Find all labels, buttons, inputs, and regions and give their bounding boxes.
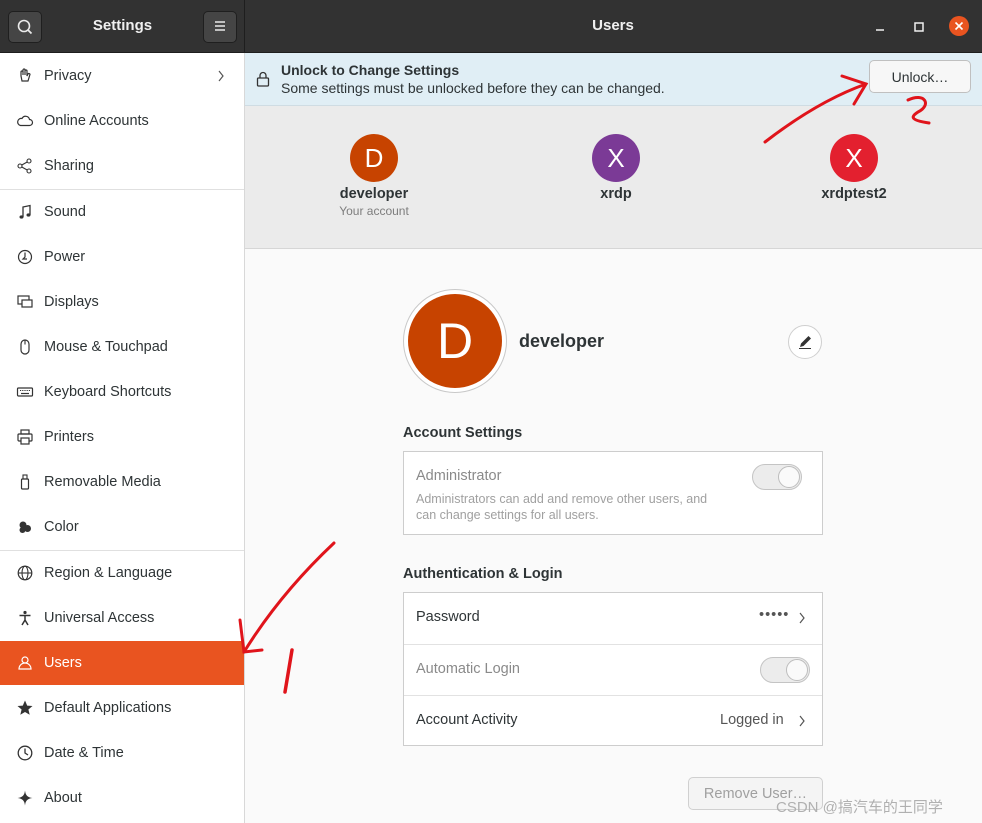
annotation-number-1 — [283, 648, 294, 694]
settings-window: Settings Users Privacy Online Accounts S… — [0, 0, 982, 823]
annotation-arrowhead-users — [238, 618, 264, 654]
annotation-overlay — [238, 74, 931, 694]
annotation-arrow-users — [242, 541, 336, 654]
annotation-arrow-unlock — [763, 82, 868, 144]
annotation-number-2 — [906, 96, 931, 125]
watermark: CSDN @搞汽车的王同学 — [776, 799, 943, 816]
